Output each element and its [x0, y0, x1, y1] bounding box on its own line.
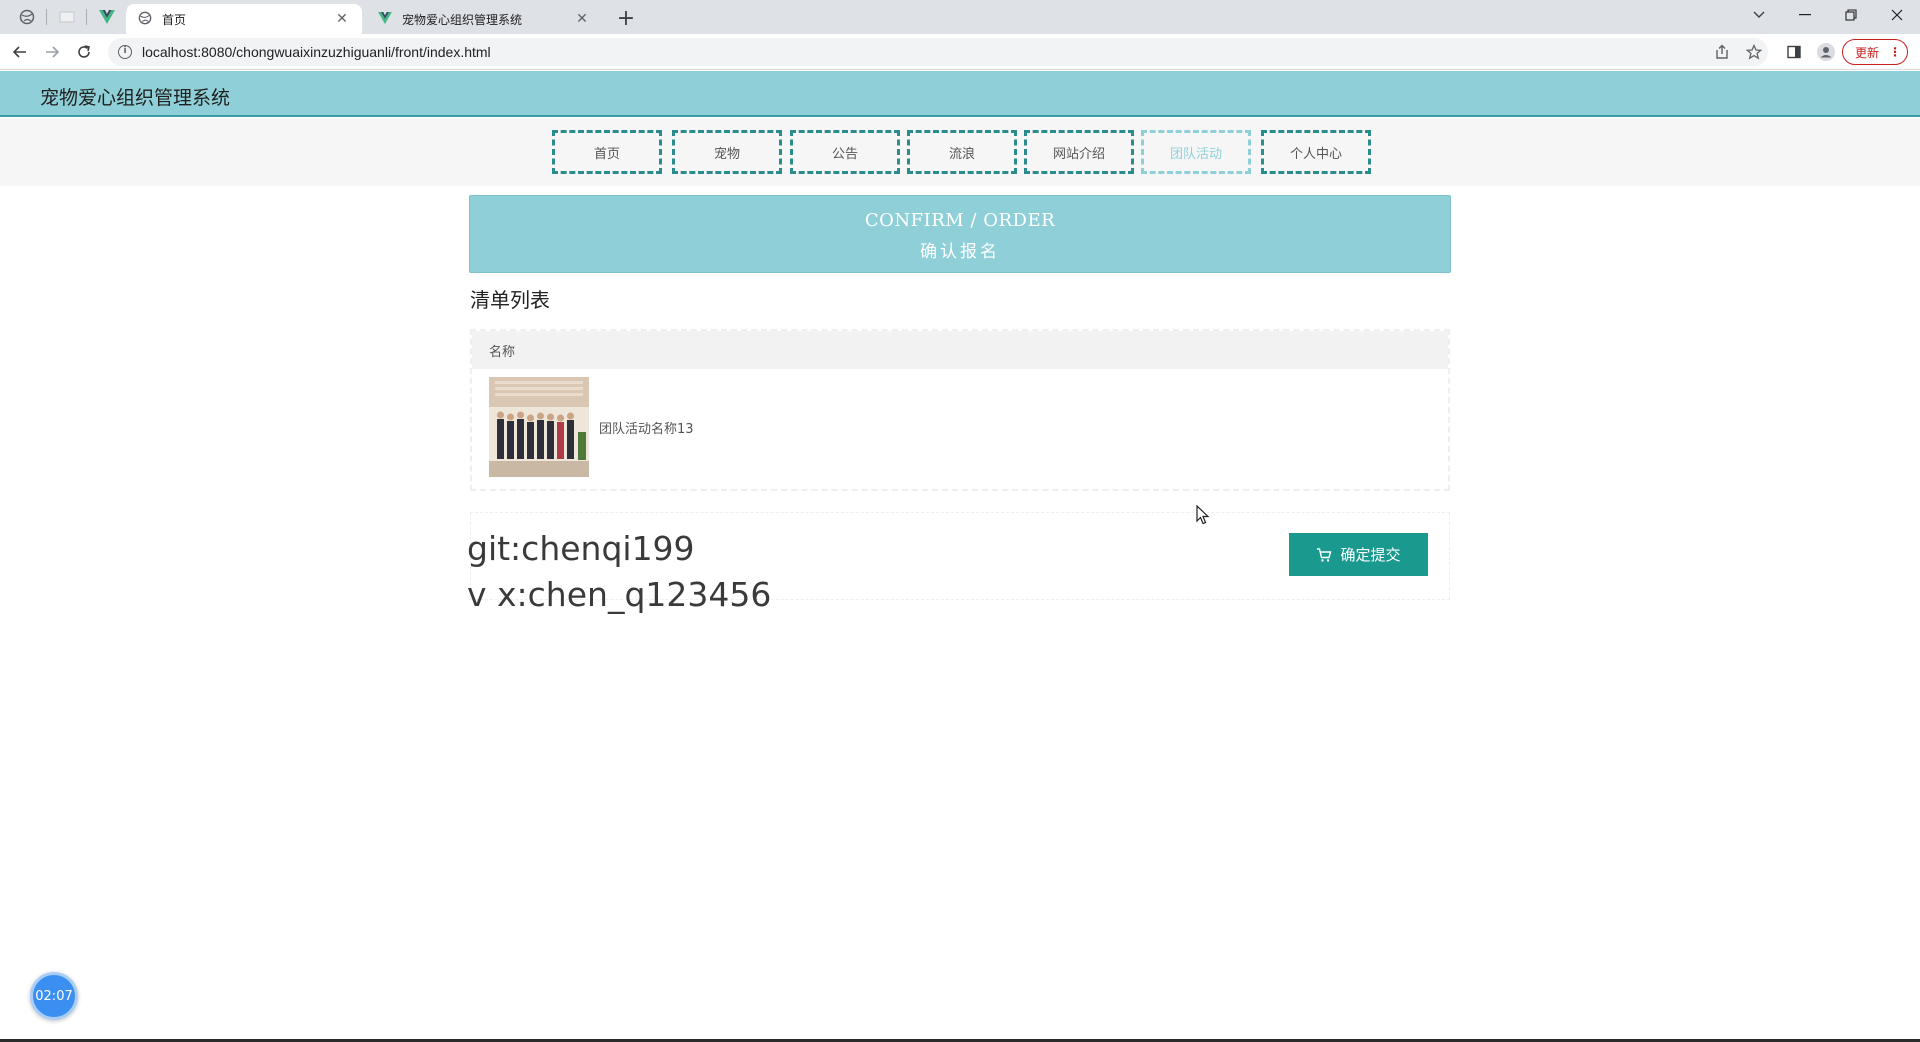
column-name-header: 名称 [489, 344, 516, 360]
watermark-text: git:chenqi199 v x:chen_q123456 [467, 526, 771, 618]
table-row: 团队活动名称13 [472, 369, 1448, 485]
nav-item-home[interactable]: 首页 [552, 130, 662, 174]
confirm-submit-button[interactable]: 确定提交 [1289, 533, 1428, 576]
back-arrow-icon[interactable] [8, 40, 32, 64]
bookmark-star-icon[interactable] [1742, 40, 1766, 64]
tab-title: 首页 [162, 12, 187, 27]
kebab-menu-icon[interactable]: ⋮ [1889, 45, 1901, 59]
tab-title: 宠物爱心组织管理系统 [402, 12, 523, 27]
site-header: 宠物爱心组织管理系统 [0, 71, 1920, 117]
tab-search-chevron-icon[interactable] [1736, 0, 1782, 30]
globe-icon [138, 11, 152, 28]
window-close-icon[interactable] [1874, 0, 1920, 30]
list-heading: 清单列表 [470, 288, 550, 312]
profile-avatar-icon[interactable] [1814, 40, 1838, 64]
mouse-cursor-icon [1196, 504, 1210, 529]
restore-icon[interactable] [1828, 0, 1874, 30]
order-table: 名称 团队活动名称13 [470, 329, 1450, 491]
tab-home[interactable]: 首页 ✕ [126, 4, 362, 34]
activity-thumbnail[interactable] [489, 377, 589, 477]
close-icon[interactable]: ✕ [334, 11, 350, 27]
pinned-tab-globe-icon[interactable] [12, 4, 42, 30]
banner-title-en: CONFIRM / ORDER [864, 210, 1056, 231]
browser-tabstrip: 首页 ✕ 宠物爱心组织管理系统 ✕ + [0, 0, 1920, 34]
update-button[interactable]: 更新 ⋮ [1842, 39, 1908, 65]
update-label: 更新 [1855, 45, 1880, 60]
reload-icon[interactable] [72, 40, 96, 64]
share-icon[interactable] [1710, 40, 1734, 64]
table-header: 名称 [472, 331, 1448, 369]
nav-item-strays[interactable]: 流浪 [907, 130, 1017, 174]
activity-name: 团队活动名称13 [599, 421, 694, 437]
nav-item-site-intro[interactable]: 网站介绍 [1024, 130, 1134, 174]
tab-system[interactable]: 宠物爱心组织管理系统 ✕ [366, 4, 602, 34]
nav-item-personal-center[interactable]: 个人中心 [1261, 130, 1371, 174]
watermark-line-2: v x:chen_q123456 [467, 575, 772, 614]
nav-item-team-activities[interactable]: 团队活动 [1141, 130, 1251, 174]
vue-icon [378, 11, 392, 27]
nav-item-announcements[interactable]: 公告 [790, 130, 900, 174]
browser-toolbar: i localhost:8080/chongwuaixinzuzhiguanli… [0, 34, 1920, 70]
cart-icon [1316, 547, 1332, 563]
minimize-icon[interactable] [1782, 0, 1828, 30]
main-nav: 首页 宠物 公告 流浪 网站介绍 团队活动 个人中心 [0, 118, 1920, 186]
side-panel-icon[interactable] [1782, 40, 1806, 64]
new-tab-icon[interactable]: + [614, 6, 638, 31]
recording-timer[interactable]: 02:07 [30, 972, 78, 1020]
nav-item-pets[interactable]: 宠物 [672, 130, 782, 174]
address-bar[interactable]: i localhost:8080/chongwuaixinzuzhiguanli… [108, 38, 1768, 66]
submit-label: 确定提交 [1340, 547, 1401, 564]
site-title: 宠物爱心组织管理系统 [40, 87, 231, 109]
pinned-tab-vue-icon[interactable] [92, 4, 122, 30]
site-info-icon[interactable]: i [118, 45, 132, 59]
forward-arrow-icon[interactable] [40, 40, 64, 64]
url-text: localhost:8080/chongwuaixinzuzhiguanli/f… [142, 44, 491, 60]
close-icon[interactable]: ✕ [574, 11, 590, 27]
watermark-line-1: git:chenqi199 [467, 529, 695, 568]
pinned-tab-blank-icon[interactable] [52, 4, 82, 30]
confirm-order-banner: CONFIRM / ORDER 确认报名 [469, 195, 1451, 273]
banner-title-cn: 确认报名 [920, 242, 1000, 262]
